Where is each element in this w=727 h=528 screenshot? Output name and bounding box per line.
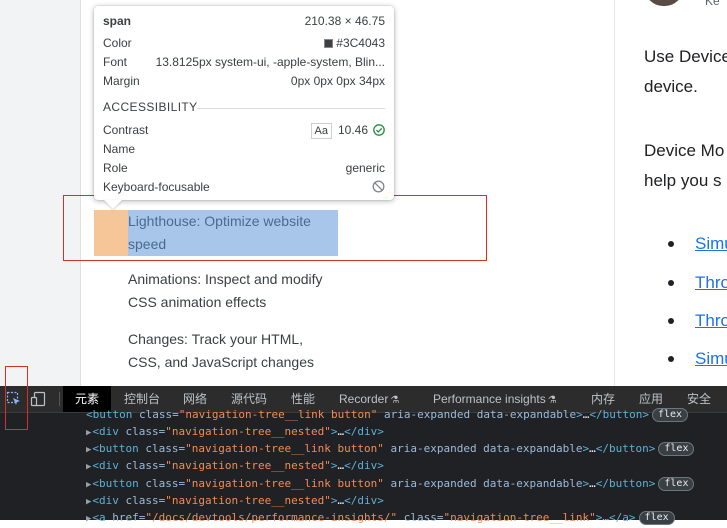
list-bullet (668, 318, 674, 324)
avatar (645, 0, 683, 6)
not-focusable-icon (372, 180, 385, 193)
expand-arrow-icon[interactable]: ▶ (86, 480, 91, 490)
right-divider (614, 0, 615, 386)
tooltip-margin-label: Margin (103, 74, 140, 88)
dom-node-button[interactable]: ▶<button class="navigation-tree__link bu… (86, 475, 695, 492)
tooltip-arrow (104, 200, 122, 209)
right-paragraph-1-line1: Use Device (644, 47, 727, 66)
nav-item-animations[interactable]: Animations: Inspect and modify CSS anima… (128, 268, 323, 314)
tooltip-role-label: Role (103, 161, 128, 175)
flex-badge[interactable]: flex (638, 511, 675, 525)
tooltip-section-divider (197, 108, 385, 109)
device-toolbar-icon[interactable] (30, 391, 46, 407)
author-name-fragment: Ke (705, 0, 720, 8)
tabbar-separator (59, 392, 60, 406)
tab-recorder-label: Recorder (339, 392, 389, 406)
color-swatch-icon (324, 39, 334, 48)
tooltip-font-label: Font (103, 55, 128, 69)
dom-node-button[interactable]: <button class="navigation-tree__link but… (86, 406, 689, 423)
right-link-4[interactable]: Simu (695, 349, 727, 369)
check-circle-icon (373, 124, 385, 136)
right-paragraph-2-line1: Device Mo (644, 141, 725, 160)
right-link-3[interactable]: Thro (695, 311, 727, 331)
contrast-aa-sample: Aa (310, 123, 332, 139)
tooltip-font-value: 13.8125px system-ui, -apple-system, Blin… (155, 55, 385, 69)
dom-node-div[interactable]: ▶<div class="navigation-tree__nested">…<… (86, 423, 384, 440)
dom-node-div[interactable]: ▶<div class="navigation-tree__nested">…<… (86, 492, 384, 509)
expand-arrow-icon[interactable]: ▶ (86, 497, 91, 507)
expand-arrow-icon[interactable]: ▶ (86, 514, 91, 524)
tooltip-contrast-label: Contrast (103, 123, 149, 137)
list-bullet (668, 280, 674, 286)
devtools-panel: 元素 控制台 网络 源代码 性能 Recorder ⚗ Performance i… (0, 386, 727, 525)
tooltip-margin-row: Margin 0px 0px 0px 34px (103, 72, 385, 90)
tab-security[interactable]: 安全 (687, 386, 711, 412)
tooltip-name-row: Name (103, 140, 385, 158)
nav-item-changes[interactable]: Changes: Track your HTML, CSS, and JavaS… (128, 328, 314, 374)
page-viewport: Lighthouse: Optimize website speed Anima… (0, 0, 727, 386)
right-link-1[interactable]: Simu (695, 234, 727, 254)
right-link-2[interactable]: Thro (695, 273, 727, 293)
tooltip-role-row: Role generic (103, 159, 385, 177)
nav-item-changes-line2: CSS, and JavaScript changes (128, 354, 314, 370)
tooltip-dimensions: 210.38 × 46.75 (304, 14, 385, 28)
tooltip-color-row: Color #3C4043 (103, 34, 385, 52)
tooltip-keyboard-label: Keyboard-focusable (103, 180, 210, 194)
tooltip-keyboard-value (372, 178, 385, 196)
flex-badge[interactable]: flex (658, 477, 695, 491)
right-paragraph-1-line2: device. (644, 77, 698, 96)
dom-node-div[interactable]: ▶<div class="navigation-tree__nested">…<… (86, 457, 384, 474)
tooltip-keyboard-row: Keyboard-focusable (103, 178, 385, 196)
annotation-box-element (63, 195, 487, 261)
dom-node-button[interactable]: ▶<button class="navigation-tree__link bu… (86, 440, 695, 457)
tooltip-contrast-value: 10.46 (337, 123, 368, 137)
flex-badge[interactable]: flex (658, 442, 695, 456)
expand-arrow-icon[interactable]: ▶ (86, 428, 91, 438)
left-divider (80, 0, 81, 386)
tooltip-accessibility-heading: ACCESSIBILITY (103, 100, 198, 114)
nav-item-animations-line1: Animations: Inspect and modify (128, 271, 323, 287)
tooltip-color-value: #3C4043 (336, 36, 385, 50)
annotation-box-inspect (5, 366, 28, 430)
tooltip-margin-value: 0px 0px 0px 34px (290, 74, 385, 88)
expand-arrow-icon[interactable]: ▶ (86, 445, 91, 455)
tooltip-role-value: generic (345, 161, 385, 175)
tooltip-contrast-value-wrap: Aa 10.46 (310, 121, 386, 139)
dom-node-anchor[interactable]: ▶<a href="/docs/devtools/performance-ins… (86, 509, 675, 526)
expand-arrow-icon[interactable]: ▶ (86, 462, 91, 472)
flex-badge[interactable]: flex (651, 408, 689, 422)
list-bullet (668, 241, 674, 247)
tab-performance-insights-label: Performance insights (433, 392, 546, 406)
tooltip-color-label: Color (103, 36, 132, 50)
tooltip-contrast-row: Contrast Aa 10.46 (103, 121, 385, 139)
inspect-tooltip: span 210.38 × 46.75 Color #3C4043 Font 1… (94, 6, 394, 200)
right-paragraph-2-line2: help you s (644, 171, 722, 190)
list-bullet (668, 356, 674, 362)
tooltip-font-row: Font 13.8125px system-ui, -apple-system,… (103, 53, 385, 71)
tooltip-name-label: Name (103, 142, 136, 156)
nav-item-animations-line2: CSS animation effects (128, 294, 267, 310)
tooltip-header: span 210.38 × 46.75 (103, 12, 385, 30)
left-gutter (0, 0, 80, 386)
tooltip-tag-name: span (103, 14, 132, 28)
nav-item-changes-line1: Changes: Track your HTML, (128, 331, 304, 347)
tooltip-color-value-wrap: #3C4043 (324, 34, 385, 52)
